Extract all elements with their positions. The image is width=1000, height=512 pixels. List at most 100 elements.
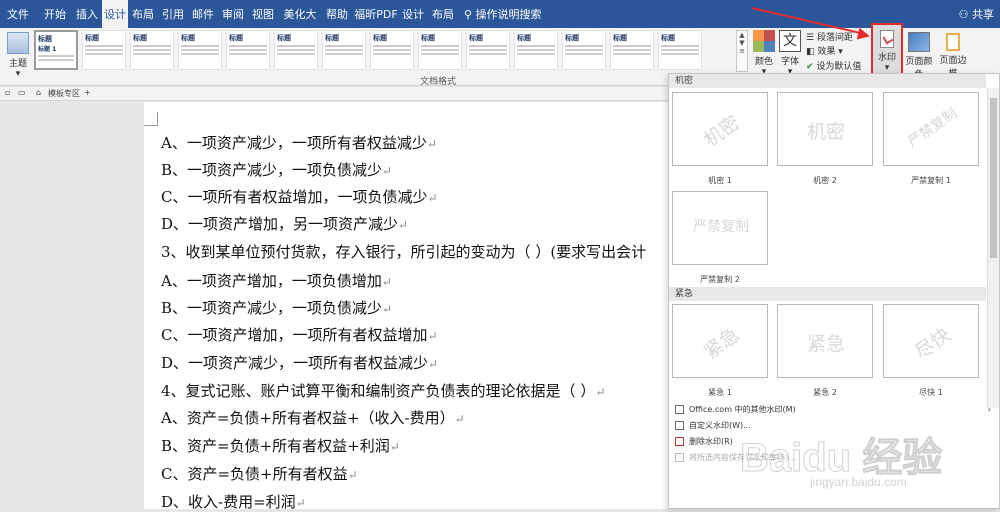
tab-mailings[interactable]: 邮件 [190, 0, 216, 28]
paragraph-spacing-button[interactable]: ☰ 段落间距 [806, 30, 853, 43]
document-line: 3、收到某单位预付货款，存入银行，所引起的变动为（ ）(要求写出会计 [161, 243, 647, 261]
style-set-thumb[interactable]: 标题 [514, 30, 558, 70]
page-corner-mark [144, 112, 158, 126]
style-set-thumb[interactable]: 标题 [274, 30, 318, 70]
style-set-thumb[interactable]: 标题 [658, 30, 702, 70]
template-tab[interactable]: 模板专区 [48, 88, 80, 99]
style-set-thumb[interactable]: 标题 [466, 30, 510, 70]
theme-button[interactable]: 主题 ▾ [4, 30, 32, 84]
tab-layout[interactable]: 布局 [130, 0, 156, 28]
style-set-thumb[interactable]: 标题 [82, 30, 126, 70]
watermark-caption: 尽快 1 [919, 388, 943, 397]
document-line: D、一项资产增加，另一项资产减少↵ [161, 215, 409, 233]
scrollbar-thumb[interactable] [990, 98, 997, 258]
more-icon[interactable]: ≡ [737, 47, 747, 55]
tab-help[interactable]: 帮助 [324, 0, 350, 28]
document-area: A、一项资产减少，一项所有者权益减少↵ B、一项资产减少，一项负债减少↵ C、一… [0, 102, 744, 511]
baidu-jingyan-watermark: Baidu 经验 jingyan.baidu.com [739, 436, 943, 490]
style-set-thumb[interactable]: 标题 标题 1 [34, 30, 78, 70]
tab-references[interactable]: 引用 [160, 0, 186, 28]
add-tab-button[interactable]: + [84, 88, 91, 97]
watermark-caption: 机密 2 [813, 176, 837, 185]
chevron-down-icon: ▾ [835, 47, 843, 57]
effects-icon: ◧ [806, 47, 818, 57]
theme-label: 主题 [8, 59, 27, 69]
document-line: B、一项资产减少，一项负债减少↵ [161, 161, 393, 179]
watermark-button[interactable]: 水印 ▾ [871, 23, 903, 77]
watermark-option[interactable]: 机密 [777, 92, 873, 166]
check-circle-icon: ✔ [806, 62, 817, 72]
document-line: C、一项所有者权益增加，一项负债减少↵ [161, 188, 438, 206]
dropdown-scrollbar[interactable] [987, 88, 999, 408]
tab-review[interactable]: 审阅 [220, 0, 246, 28]
chevron-down-icon[interactable]: ▼ [737, 39, 747, 47]
section-header-confidential: 机密 [669, 74, 986, 88]
chevron-down-icon: ▾ [15, 69, 21, 79]
home-icon: ⌂ [36, 88, 42, 97]
share-button[interactable]: ⚇ 共享 [959, 0, 994, 28]
watermark-option[interactable]: 紧急 [777, 304, 873, 378]
chevron-down-icon: ▾ [884, 63, 890, 73]
tab-foxit-pdf[interactable]: 福昕PDF [354, 0, 398, 28]
set-default-button[interactable]: ✔ 设为默认值 [806, 59, 861, 72]
document-line: 4、复式记账、账户试算平衡和编制资产负债表的理论依据是（ ）↵ [161, 382, 606, 400]
office-icon [675, 405, 684, 414]
style-set-thumb[interactable]: 标题 [226, 30, 270, 70]
fonts-label: 字体 [780, 57, 799, 67]
colors-button[interactable]: 颜色 ▾ [752, 28, 776, 77]
watermark-option[interactable]: 机密 [672, 92, 768, 166]
document-line: C、一项资产增加，一项所有者权益增加↵ [161, 326, 438, 344]
chevron-up-icon[interactable]: ▲ [737, 31, 747, 39]
tab-home[interactable]: 开始 [40, 0, 70, 28]
office-more-watermarks-item[interactable]: Office.com 中的其他水印(M) › [669, 403, 999, 416]
new-doc-icon[interactable]: ▫ [5, 88, 10, 97]
tab-layout-2[interactable]: 布局 [430, 0, 456, 28]
tab-design[interactable]: 设计 [102, 0, 128, 28]
custom-watermark-icon [675, 421, 684, 430]
document-line: B、一项资产减少，一项负债减少↵ [161, 299, 393, 317]
watermark-option[interactable]: 严禁复制 [883, 92, 979, 166]
style-set-thumb[interactable]: 标题 [130, 30, 174, 70]
tab-view[interactable]: 视图 [250, 0, 276, 28]
tab-design-2[interactable]: 设计 [400, 0, 426, 28]
watermark-option[interactable]: 紧急 [672, 304, 768, 378]
style-set-gallery: 标题 标题 1 标题 标题 标题 标题 标题 标题 标题 标题 标题 标题 标题 … [34, 30, 734, 74]
remove-watermark-icon [675, 437, 684, 446]
document-line: A、一项资产增加，一项负债增加↵ [161, 272, 392, 290]
style-set-thumb[interactable]: 标题 [322, 30, 366, 70]
lightbulb-icon: ⚲ [464, 8, 476, 21]
paragraph-spacing-icon: ☰ [806, 33, 817, 43]
document-page[interactable]: A、一项资产减少，一项所有者权益减少↵ B、一项资产减少，一项负债减少↵ C、一… [144, 102, 744, 511]
watermark-option[interactable]: 尽快 [883, 304, 979, 378]
tell-me-label: 操作说明搜索 [475, 8, 542, 21]
colors-label: 颜色 [754, 57, 773, 67]
style-set-thumb[interactable]: 标题 [610, 30, 654, 70]
watermark-icon [880, 30, 894, 48]
tell-me-search[interactable]: ⚲ 操作说明搜索 [464, 0, 542, 28]
document-line: A、一项资产减少，一项所有者权益减少↵ [161, 134, 437, 152]
style-set-thumb[interactable]: 标题 [370, 30, 414, 70]
document-line: A、资产=负债+所有者权益+（收入-费用）↵ [161, 409, 465, 427]
folder-icon[interactable]: ▭ [18, 88, 26, 97]
watermark-label: 水印 [877, 53, 896, 63]
share-label: 共享 [972, 8, 994, 21]
tab-insert[interactable]: 插入 [72, 0, 102, 28]
page-border-button[interactable]: 页面边框 [936, 28, 970, 79]
style-set-thumb[interactable]: 标题 [178, 30, 222, 70]
color-palette-icon [753, 30, 775, 52]
section-header-urgent: 紧急 [669, 287, 986, 301]
fonts-button[interactable]: 文 字体 ▾ [778, 28, 802, 77]
gallery-scroll-buttons[interactable]: ▲ ▼ ≡ [736, 30, 748, 72]
watermark-caption: 严禁复制 2 [700, 275, 740, 284]
tab-beautify[interactable]: 美化大师 [280, 0, 320, 51]
style-set-thumb[interactable]: 标题 [418, 30, 462, 70]
chevron-right-icon: › [987, 405, 991, 414]
effects-button[interactable]: ◧ 效果 ▾ [806, 44, 843, 57]
document-line: B、资产=负债+所有者权益+利润↵ [161, 437, 400, 455]
tab-file[interactable]: 文件 [4, 0, 32, 28]
watermark-option[interactable]: 严禁复制 [672, 191, 768, 265]
style-set-thumb[interactable]: 标题 [562, 30, 606, 70]
page-color-icon [908, 32, 930, 52]
save-gallery-icon [675, 453, 684, 462]
watermark-caption: 严禁复制 1 [911, 176, 951, 185]
